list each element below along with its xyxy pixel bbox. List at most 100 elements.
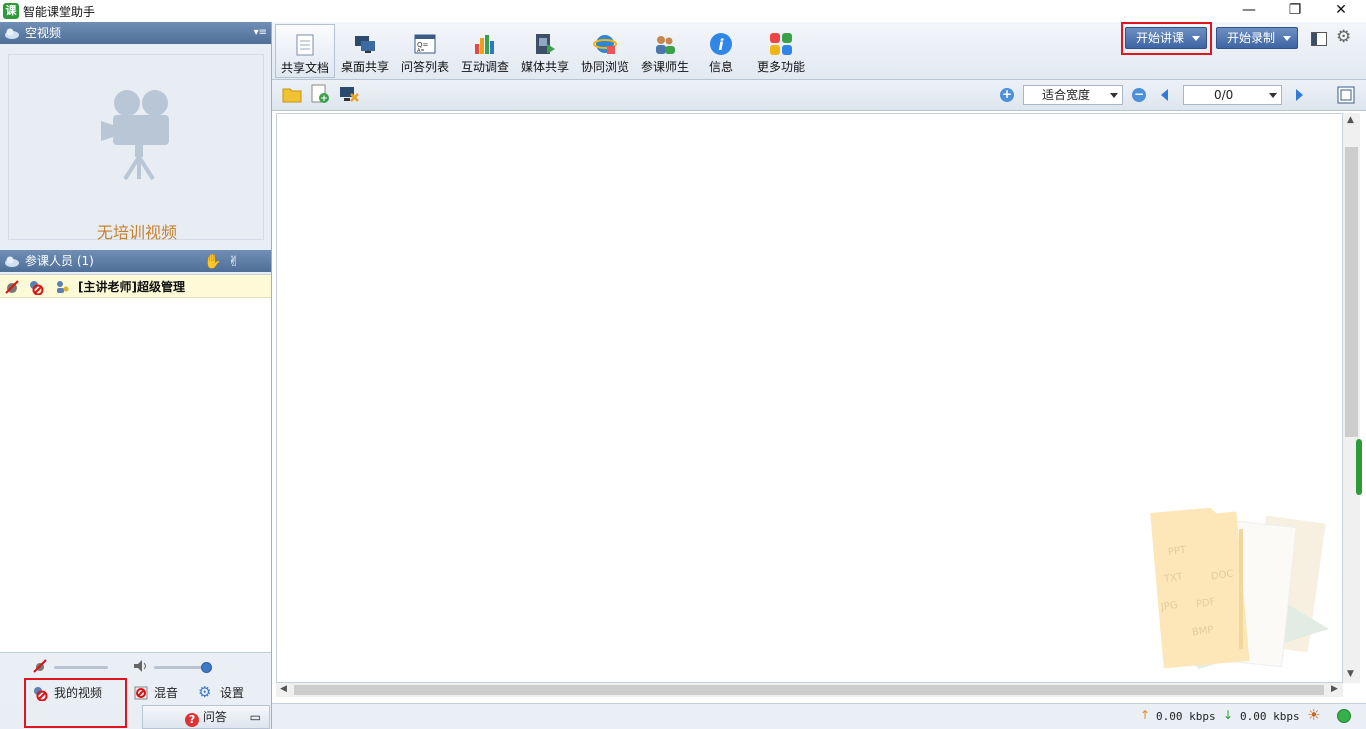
open-folder-icon[interactable] [282, 85, 302, 103]
watermark-jpg: JPG [1160, 599, 1179, 614]
svg-text:i: i [718, 36, 724, 54]
speaker-icon [134, 660, 146, 672]
document-canvas[interactable]: PPT DOC TXT PDF JPG BMP [276, 113, 1343, 683]
chevron-down-icon [1110, 93, 1118, 98]
title-bar: 课 智能课堂助手 — ❐ ✕ [0, 0, 1366, 22]
left-panel: 空视频 ▾≡ 无培训视频 参课人员 (1) ✋ ✌ [主讲老师]超级管理 我的视… [0, 22, 272, 729]
zoom-in-icon[interactable]: + [1000, 88, 1014, 102]
media-share-icon [536, 34, 555, 54]
participant-name: [主讲老师]超级管理 [78, 280, 185, 294]
cloud-icon [5, 28, 19, 39]
tab-qa[interactable]: ? 问答 ▭ [142, 705, 270, 729]
close-document-icon[interactable] [339, 85, 359, 103]
info-icon: i [710, 33, 732, 55]
zoom-mode-select[interactable]: 适合宽度 [1023, 85, 1123, 105]
camera-off-icon [33, 659, 47, 673]
mic-volume-slider[interactable] [54, 666, 108, 669]
download-speed: 0.00 kbps [1240, 710, 1300, 723]
more-apps-icon [770, 33, 792, 55]
connection-indicator-icon [1337, 709, 1351, 723]
zoom-mode-value: 适合宽度 [1042, 88, 1091, 102]
mix-label: 混音 [154, 686, 179, 700]
video-panel-title: 空视频 [25, 26, 62, 40]
previous-page-icon[interactable] [1161, 89, 1168, 101]
zoom-out-icon[interactable]: − [1132, 88, 1146, 102]
next-page-icon[interactable] [1296, 89, 1303, 101]
tool-participants[interactable]: 参课师生 [635, 24, 695, 78]
gear-icon: ⚙ [198, 683, 212, 701]
upload-arrow-icon: ↑ [1140, 708, 1151, 722]
scroll-left-icon[interactable]: ◀ [280, 684, 287, 694]
network-status-icon[interactable]: ☀ [1307, 706, 1320, 724]
horizontal-scrollbar[interactable]: ◀ ▶ [276, 683, 1343, 697]
download-arrow-icon: ↓ [1223, 708, 1234, 722]
scrollbar-thumb[interactable] [1345, 147, 1358, 437]
page-number-value: 0/0 [1214, 88, 1234, 102]
qa-list-icon: Q=A= [414, 34, 436, 54]
tool-qa-list[interactable]: Q= A= 问答列表 [395, 24, 455, 78]
desktop-share-icon [355, 36, 375, 53]
start-record-button[interactable]: 开始录制 [1216, 27, 1298, 49]
close-button[interactable]: ✕ [1318, 0, 1364, 22]
document-icon [296, 34, 314, 56]
camera-off-icon[interactable] [4, 279, 20, 295]
document-toolbar: + + 适合宽度 − 0/0 [272, 80, 1366, 111]
lower-hand-icon[interactable]: ✌ [228, 251, 240, 273]
raise-hand-icon[interactable]: ✋ [204, 251, 221, 273]
cloud-icon [5, 256, 19, 267]
tool-media-share[interactable]: 媒体共享 [515, 24, 575, 78]
participant-row[interactable]: [主讲老师]超级管理 [0, 275, 271, 298]
scroll-up-icon[interactable]: ▲ [1347, 115, 1354, 125]
panel-menu-icon[interactable]: ▾≡ [254, 22, 267, 44]
document-types-watermark [1150, 507, 1329, 669]
video-area: 无培训视频 [8, 54, 264, 242]
minimize-tab-icon[interactable]: ▭ [250, 706, 261, 728]
tool-co-browse[interactable]: 协同浏览 [575, 24, 635, 78]
scroll-down-icon[interactable]: ▼ [1347, 669, 1354, 679]
fullscreen-icon[interactable] [1337, 86, 1355, 104]
vertical-scrollbar[interactable]: ▲ ▼ [1343, 113, 1362, 683]
new-document-icon[interactable]: + [311, 84, 329, 104]
chevron-down-icon [1269, 93, 1277, 98]
tool-share-document[interactable]: 共享文档 [275, 24, 335, 78]
minimize-button[interactable]: — [1226, 0, 1272, 22]
restore-button[interactable]: ❐ [1272, 0, 1318, 22]
tool-info[interactable]: i 信息 [691, 24, 751, 78]
browser-icon [593, 35, 617, 54]
question-icon: ? [185, 713, 200, 727]
media-controls: 我的视频 混音 ⚙ 设置 [0, 652, 271, 728]
tool-survey[interactable]: 互动调查 [455, 24, 515, 78]
highlight-box [24, 678, 127, 728]
start-record-label: 开始录制 [1227, 31, 1276, 45]
scroll-right-icon[interactable]: ▶ [1331, 684, 1338, 694]
mix-off-icon [134, 686, 148, 700]
app-logo-icon: 课 [3, 3, 19, 19]
settings-label: 设置 [220, 686, 245, 700]
window-title: 智能课堂助手 [23, 5, 96, 19]
user-key-icon [57, 281, 69, 293]
page-select[interactable]: 0/0 [1183, 85, 1282, 105]
tool-more-features[interactable]: 更多功能 [751, 24, 811, 78]
mic-off-icon[interactable] [28, 279, 44, 295]
participants-header: 参课人员 (1) ✋ ✌ [0, 250, 271, 272]
camera-placeholder-icon [101, 90, 169, 181]
svg-text:+: + [320, 94, 328, 104]
status-bar: ↑ 0.00 kbps ↓ 0.00 kbps ☀ [272, 703, 1366, 729]
participants-title: 参课人员 (1) [25, 254, 94, 268]
settings-gear-icon[interactable]: ⚙ [1336, 27, 1351, 47]
video-panel-header: 空视频 ▾≡ [0, 22, 271, 44]
tab-qa-label: 问答 [202, 710, 227, 724]
no-video-label: 无培训视频 [96, 223, 177, 242]
highlight-box [1121, 22, 1212, 55]
speaker-volume-slider[interactable] [154, 666, 208, 669]
layout-icon[interactable] [1311, 32, 1327, 46]
people-icon [656, 36, 675, 54]
scroll-indicator [1356, 439, 1362, 495]
svg-text:A=: A= [417, 48, 425, 54]
participants-list: [主讲老师]超级管理 [0, 274, 271, 652]
tool-desktop-share[interactable]: 桌面共享 [335, 24, 395, 78]
scrollbar-thumb[interactable] [294, 685, 1324, 695]
speaker-volume-knob[interactable] [201, 662, 212, 673]
upload-speed: 0.00 kbps [1156, 710, 1216, 723]
main-toolbar: 共享文档 桌面共享 Q= A= 问答列表 互动调查 媒体共享 协同浏览 参课师生 … [272, 22, 1366, 80]
